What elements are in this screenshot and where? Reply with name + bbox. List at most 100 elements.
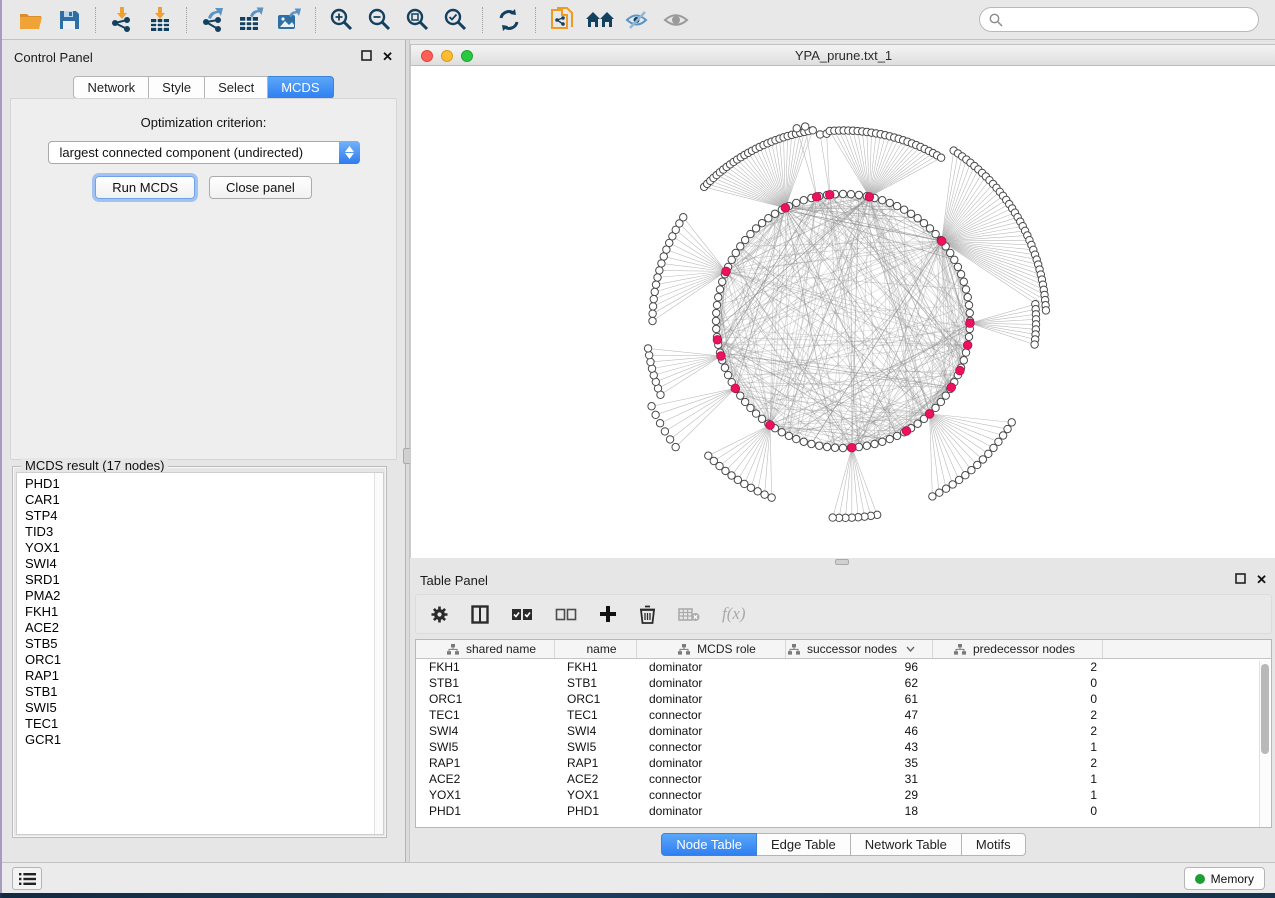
deselect-all-icon[interactable] [555, 608, 577, 621]
column-header-MCDS-role[interactable]: MCDS role [637, 640, 786, 658]
list-item[interactable]: STB1 [17, 684, 383, 700]
tab-mcds[interactable]: MCDS [268, 76, 333, 99]
hide-selected-icon[interactable] [621, 5, 655, 35]
show-columns-icon[interactable] [471, 605, 489, 624]
table-cell[interactable]: FKH1 [555, 660, 637, 674]
zoom-selected-icon[interactable] [439, 5, 473, 35]
create-column-icon[interactable] [599, 605, 617, 623]
table-cell[interactable]: 0 [933, 676, 1103, 690]
open-file-icon[interactable] [14, 5, 48, 35]
memory-button[interactable]: Memory [1184, 867, 1265, 890]
table-cell[interactable]: PHD1 [416, 804, 555, 818]
table-cell[interactable]: RAP1 [416, 756, 555, 770]
list-item[interactable]: FKH1 [17, 604, 383, 620]
tab-edge-table[interactable]: Edge Table [757, 833, 851, 856]
mcds-list-scrollbar[interactable] [374, 473, 383, 834]
scrollbar-thumb[interactable] [1261, 664, 1269, 754]
float-panel-icon[interactable] [361, 48, 372, 66]
table-cell[interactable]: 1 [933, 788, 1103, 802]
close-panel-icon[interactable]: ✕ [382, 49, 393, 65]
mcds-result-list[interactable]: PHD1CAR1STP4TID3YOX1SWI4SRD1PMA2FKH1ACE2… [16, 472, 384, 835]
table-cell[interactable]: 29 [786, 788, 933, 802]
table-cell[interactable]: 2 [933, 708, 1103, 722]
table-scrollbar[interactable] [1259, 661, 1270, 827]
run-mcds-button[interactable]: Run MCDS [95, 176, 195, 199]
list-item[interactable]: PHD1 [17, 476, 383, 492]
table-cell[interactable]: 47 [786, 708, 933, 722]
network-titlebar[interactable]: YPA_prune.txt_1 [410, 44, 1275, 66]
table-row[interactable]: TEC1TEC1connector472 [416, 707, 1271, 723]
column-header-name[interactable]: name [555, 640, 637, 658]
column-header-successor-nodes[interactable]: successor nodes [786, 640, 933, 658]
tab-select[interactable]: Select [205, 76, 268, 99]
list-item[interactable]: CAR1 [17, 492, 383, 508]
export-image-icon[interactable] [272, 5, 306, 35]
table-cell[interactable]: 18 [786, 804, 933, 818]
network-canvas[interactable] [410, 66, 1275, 558]
table-cell[interactable]: connector [637, 788, 786, 802]
table-cell[interactable]: 31 [786, 772, 933, 786]
table-options-gear-icon[interactable] [430, 605, 449, 624]
table-cell[interactable]: FKH1 [416, 660, 555, 674]
table-cell[interactable]: 62 [786, 676, 933, 690]
zoom-out-icon[interactable] [363, 5, 397, 35]
list-item[interactable]: SWI4 [17, 556, 383, 572]
table-row[interactable]: SWI4SWI4dominator462 [416, 723, 1271, 739]
table-cell[interactable]: 43 [786, 740, 933, 754]
table-cell[interactable]: 2 [933, 724, 1103, 738]
table-cell[interactable]: PHD1 [555, 804, 637, 818]
column-header-shared-name[interactable]: shared name [416, 640, 555, 658]
table-cell[interactable]: ORC1 [416, 692, 555, 706]
list-item[interactable]: SRD1 [17, 572, 383, 588]
table-cell[interactable]: SWI4 [416, 724, 555, 738]
table-cell[interactable]: dominator [637, 660, 786, 674]
delete-column-icon[interactable] [639, 605, 656, 624]
list-item[interactable]: RAP1 [17, 668, 383, 684]
import-table-icon[interactable] [143, 5, 177, 35]
table-cell[interactable]: ORC1 [555, 692, 637, 706]
tab-network-table[interactable]: Network Table [851, 833, 962, 856]
list-item[interactable]: GCR1 [17, 732, 383, 748]
close-panel-icon[interactable]: ✕ [1256, 572, 1267, 588]
table-cell[interactable]: 2 [933, 756, 1103, 770]
table-cell[interactable]: 96 [786, 660, 933, 674]
table-cell[interactable]: dominator [637, 676, 786, 690]
horizontal-splitter[interactable] [410, 558, 1275, 566]
list-item[interactable]: TEC1 [17, 716, 383, 732]
refresh-icon[interactable] [492, 5, 526, 35]
first-neighbors-icon[interactable] [583, 5, 617, 35]
table-cell[interactable]: 2 [933, 660, 1103, 674]
close-panel-button[interactable]: Close panel [209, 176, 312, 199]
list-item[interactable]: ACE2 [17, 620, 383, 636]
select-all-icon[interactable] [511, 608, 533, 621]
list-item[interactable]: STP4 [17, 508, 383, 524]
table-cell[interactable]: dominator [637, 692, 786, 706]
table-cell[interactable]: 0 [933, 804, 1103, 818]
table-cell[interactable]: STB1 [416, 676, 555, 690]
import-network-icon[interactable] [105, 5, 139, 35]
optimization-criterion-dropdown[interactable]: largest connected component (undirected) [48, 141, 360, 164]
table-cell[interactable]: TEC1 [555, 708, 637, 722]
table-cell[interactable]: ACE2 [416, 772, 555, 786]
table-row[interactable]: PHD1PHD1dominator180 [416, 803, 1271, 819]
list-item[interactable]: TID3 [17, 524, 383, 540]
zoom-in-icon[interactable] [325, 5, 359, 35]
table-cell[interactable]: 35 [786, 756, 933, 770]
table-row[interactable]: ACE2ACE2connector311 [416, 771, 1271, 787]
tab-style[interactable]: Style [149, 76, 205, 99]
list-item[interactable]: ORC1 [17, 652, 383, 668]
table-row[interactable]: FKH1FKH1dominator962 [416, 659, 1271, 675]
search-box[interactable] [979, 7, 1259, 32]
table-cell[interactable]: YOX1 [416, 788, 555, 802]
list-item[interactable]: STB5 [17, 636, 383, 652]
list-item[interactable]: YOX1 [17, 540, 383, 556]
table-cell[interactable]: dominator [637, 756, 786, 770]
table-cell[interactable]: SWI5 [555, 740, 637, 754]
zoom-fit-icon[interactable] [401, 5, 435, 35]
table-cell[interactable]: SWI4 [555, 724, 637, 738]
table-cell[interactable]: YOX1 [555, 788, 637, 802]
splitter-grip[interactable] [835, 559, 849, 565]
tab-node-table[interactable]: Node Table [661, 833, 757, 856]
search-input[interactable] [1003, 13, 1243, 27]
list-item[interactable]: PMA2 [17, 588, 383, 604]
